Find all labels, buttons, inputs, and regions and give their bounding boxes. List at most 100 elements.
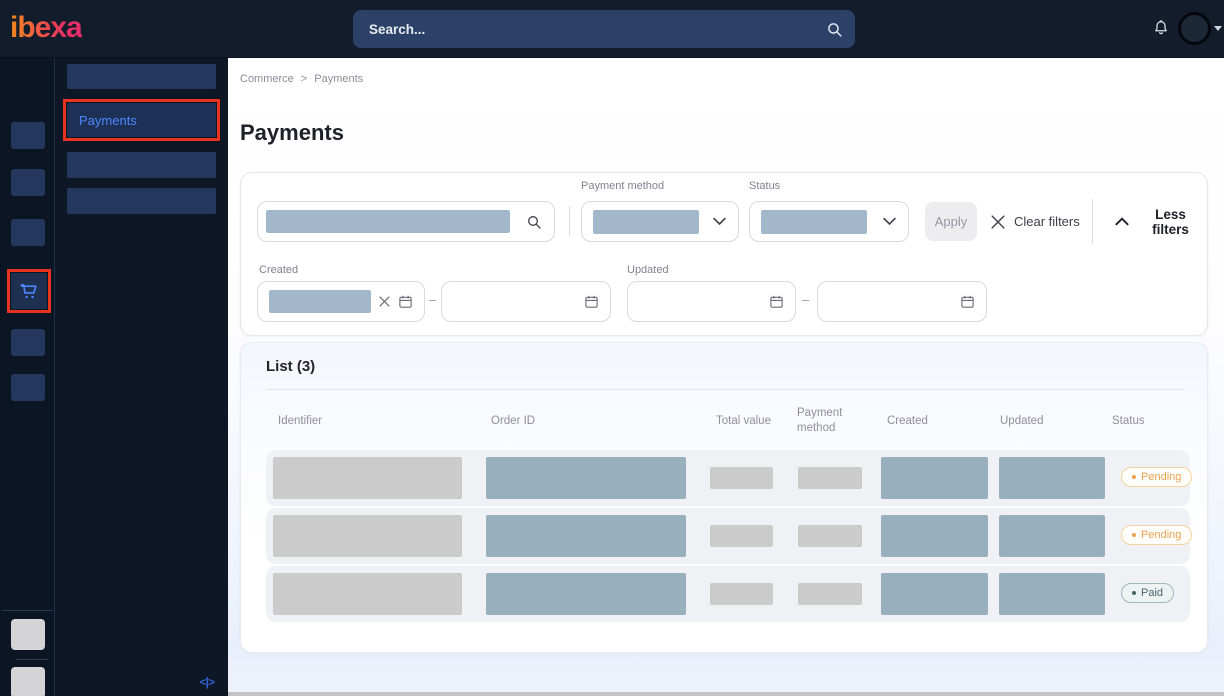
page-title: Payments [240, 120, 344, 146]
menu-item-payments[interactable]: Payments [67, 103, 216, 137]
identifier-redacted [273, 515, 462, 557]
order-id-redacted [486, 573, 686, 615]
updated-label: Updated [627, 264, 669, 276]
breadcrumb-payments[interactable]: Payments [314, 73, 363, 85]
status-dot-icon [1132, 475, 1136, 479]
status-label: Status [749, 180, 780, 192]
total-value-redacted [710, 467, 773, 489]
app-window: ibexa [0, 0, 1224, 696]
calendar-icon[interactable] [960, 294, 975, 309]
updated-to-date-input[interactable] [817, 281, 987, 322]
rail-item-6[interactable] [11, 374, 45, 401]
table-row[interactable]: Pending [266, 450, 1190, 506]
horizontal-scrollbar[interactable] [228, 692, 1224, 696]
less-filters-button[interactable]: Less filters [1109, 202, 1207, 241]
annotation-highlight-payments: Payments [63, 99, 220, 141]
col-total-value: Total value [716, 415, 771, 427]
status-select[interactable] [749, 201, 909, 242]
created-to-date-input[interactable] [441, 281, 611, 322]
updated-redacted [999, 573, 1105, 615]
created-label: Created [259, 264, 298, 276]
created-from-value-redacted [269, 290, 371, 313]
identifier-redacted [273, 573, 462, 615]
updated-from-date-input[interactable] [627, 281, 796, 322]
status-badge: Pending [1121, 467, 1192, 487]
calendar-icon[interactable] [584, 294, 599, 309]
filter-divider [1092, 199, 1093, 244]
user-menu-caret-icon[interactable] [1214, 26, 1222, 31]
total-value-redacted [710, 583, 773, 605]
calendar-icon[interactable] [769, 294, 784, 309]
rail-item-5[interactable] [11, 329, 45, 356]
payment-method-redacted [798, 467, 862, 489]
clear-filters-label: Clear filters [1014, 214, 1080, 229]
breadcrumb-separator: > [301, 73, 307, 85]
payment-method-select[interactable] [581, 201, 739, 242]
table-row[interactable]: Pending [266, 508, 1190, 564]
order-id-redacted [486, 457, 686, 499]
breadcrumb: Commerce > Payments [240, 73, 363, 85]
avatar[interactable] [1178, 12, 1211, 45]
sidebar-collapse-handle[interactable]: <|> [198, 673, 216, 691]
status-badge: Pending [1121, 525, 1192, 545]
filters-panel: Payment method Status Apply Clear fil [240, 172, 1208, 336]
apply-button[interactable]: Apply [925, 202, 977, 241]
status-badge: Paid [1121, 583, 1174, 603]
filter-search-input[interactable] [257, 201, 555, 242]
bell-icon[interactable] [1151, 17, 1171, 39]
menu-item-payments-label: Payments [79, 113, 137, 128]
col-created: Created [887, 415, 928, 427]
filter-divider [569, 206, 570, 237]
payment-method-label: Payment method [581, 180, 664, 192]
payment-method-redacted [798, 583, 862, 605]
list-title: List (3) [266, 358, 315, 375]
close-icon [991, 215, 1005, 229]
identifier-redacted [273, 457, 462, 499]
chevron-down-icon [713, 217, 726, 226]
rail-item-1[interactable] [11, 122, 45, 149]
menu-item-4[interactable] [67, 188, 216, 214]
calendar-icon[interactable] [398, 294, 413, 309]
rail-bottom-item-2[interactable] [11, 667, 45, 696]
menu-item-1[interactable] [67, 64, 216, 89]
global-search[interactable] [353, 10, 855, 48]
global-search-input[interactable] [367, 21, 826, 38]
search-icon [526, 214, 542, 230]
ibexa-logo[interactable]: ibexa [10, 9, 82, 47]
clear-filters-button[interactable]: Clear filters [985, 202, 1086, 241]
rail-divider [16, 659, 48, 660]
total-value-redacted [710, 525, 773, 547]
range-separator: – [802, 292, 809, 307]
created-redacted [881, 457, 988, 499]
col-identifier: Identifier [278, 415, 322, 427]
menu-item-3[interactable] [67, 152, 216, 178]
topbar: ibexa [0, 0, 1224, 58]
annotation-highlight-cart [7, 269, 51, 313]
order-id-redacted [486, 515, 686, 557]
created-from-date-input[interactable] [257, 281, 425, 322]
breadcrumb-commerce[interactable]: Commerce [240, 73, 294, 85]
status-dot-icon [1132, 533, 1136, 537]
clear-date-icon[interactable] [379, 296, 390, 307]
table-row[interactable]: Paid [266, 566, 1190, 622]
secondary-sidebar: Payments <|> [55, 58, 228, 696]
col-payment-method: Payment method [797, 406, 855, 436]
icon-rail [0, 58, 55, 696]
range-separator: – [429, 292, 436, 307]
search-icon [826, 21, 843, 38]
rail-item-3[interactable] [11, 219, 45, 246]
created-redacted [881, 515, 988, 557]
rail-divider [2, 610, 53, 611]
payment-method-value-redacted [593, 210, 699, 234]
status-value-redacted [761, 210, 867, 234]
created-redacted [881, 573, 988, 615]
rail-item-2[interactable] [11, 169, 45, 196]
less-filters-label: Less filters [1140, 207, 1201, 237]
filter-search-value-redacted [266, 210, 510, 233]
rail-bottom-item-1[interactable] [11, 619, 45, 650]
updated-redacted [999, 515, 1105, 557]
status-dot-icon [1132, 591, 1136, 595]
col-status: Status [1112, 415, 1145, 427]
list-divider [266, 389, 1184, 390]
rail-item-commerce[interactable] [11, 273, 47, 309]
